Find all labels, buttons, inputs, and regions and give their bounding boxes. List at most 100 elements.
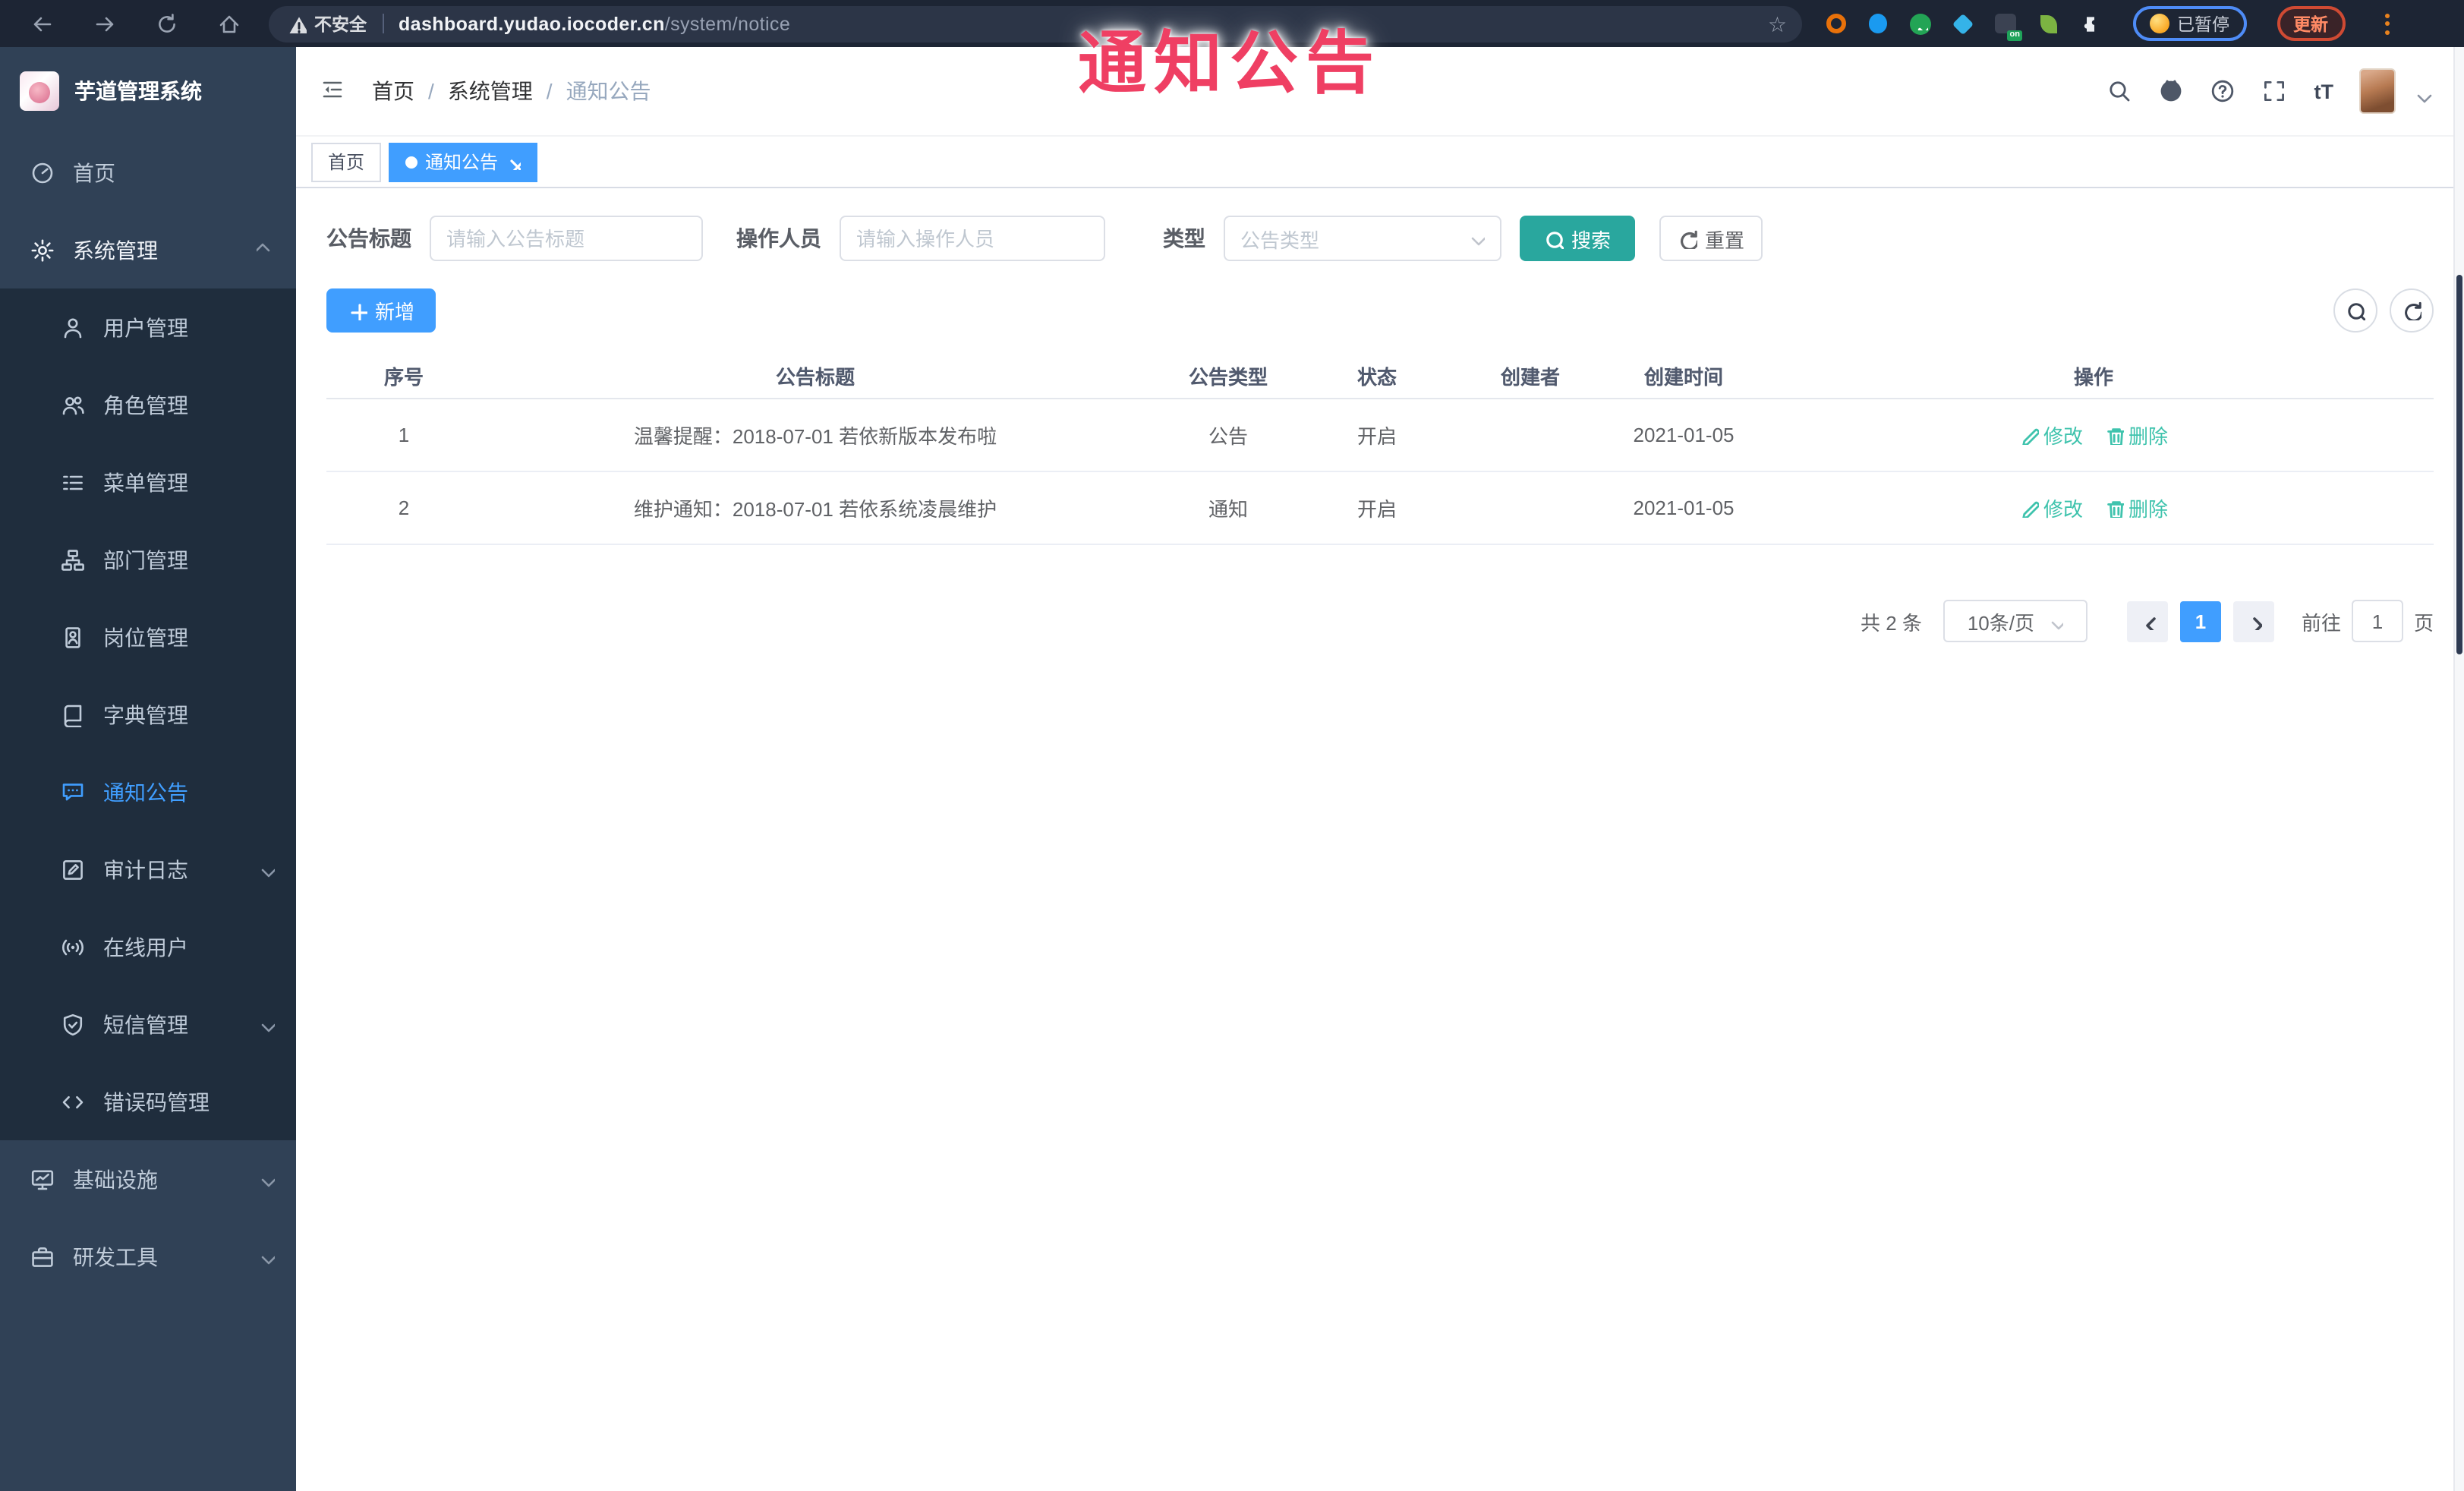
sidebar-item-role-management[interactable]: 角色管理 [0, 366, 296, 443]
filter-form: 公告标题 操作人员 类型 公告类型 搜索 重置 [326, 216, 2434, 261]
collapse-sidebar-icon[interactable] [320, 77, 348, 105]
main-area: 首页 / 系统管理 / 通知公告 tT 首页 通知公告 公告标题 请输入公告标题… [296, 47, 2464, 1491]
cell-created: 2021-01-05 [1633, 424, 1735, 446]
sidebar-item-audit-log[interactable]: 审计日志 [0, 831, 296, 908]
code-icon [62, 1095, 83, 1108]
security-label: 不安全 [314, 16, 367, 34]
chevron-down-icon [261, 1023, 275, 1032]
cell-actions: 修改 删除 [1753, 493, 2434, 522]
browser-menu-icon[interactable] [2378, 10, 2395, 37]
table-toolbar: 新增 [326, 288, 2434, 333]
delete-link[interactable]: 删除 [2104, 421, 2168, 449]
sidebar-item-dev-tools[interactable]: 研发工具 [0, 1218, 296, 1295]
extension-blue-drop-icon[interactable] [1866, 11, 1890, 36]
close-icon[interactable] [506, 154, 521, 169]
home-icon[interactable] [208, 5, 250, 42]
user-avatar[interactable] [2359, 68, 2396, 114]
sidebar-item-post-management[interactable]: 岗位管理 [0, 598, 296, 676]
tab-home[interactable]: 首页 [311, 142, 382, 181]
browser-update-button[interactable]: 更新 [2277, 6, 2345, 41]
sidebar-item-label: 研发工具 [73, 1244, 158, 1269]
gauge-icon [32, 162, 53, 183]
pencil-icon [2022, 501, 2039, 518]
font-size-icon[interactable]: tT [2314, 80, 2334, 102]
sidebar: 芋道管理系统 首页 系统管理 用户管理 角色管理 菜单管理 部门管理 岗位管理 … [0, 47, 296, 1491]
broadcast-icon [62, 938, 83, 955]
sidebar-item-menu-management[interactable]: 菜单管理 [0, 443, 296, 521]
id-badge-icon [65, 626, 80, 648]
reset-button[interactable]: 重置 [1659, 216, 1763, 261]
notice-type-select[interactable]: 公告类型 [1224, 216, 1501, 261]
edit-link[interactable]: 修改 [2019, 493, 2083, 522]
chevron-down-icon [1471, 237, 1485, 246]
active-tab-dot [405, 156, 418, 168]
extension-dark-on-icon[interactable]: on [1993, 11, 2022, 40]
sidebar-item-dict-management[interactable]: 字典管理 [0, 676, 296, 753]
breadcrumb-home[interactable]: 首页 [372, 76, 414, 106]
search-button-label: 搜索 [1571, 229, 1611, 251]
operator-input[interactable] [840, 216, 1105, 261]
chevron-down-icon [261, 868, 275, 877]
search-icon[interactable] [2108, 78, 2134, 104]
trash-icon [2107, 501, 2124, 518]
extension-green-check-icon[interactable] [1908, 11, 1933, 36]
cell-type: 通知 [1208, 498, 1248, 521]
screen: 不安全 dashboard.yudao.iocoder.cn/system/no… [0, 0, 2464, 1491]
search-button[interactable]: 搜索 [1520, 216, 1635, 261]
extension-blue-diamond-icon[interactable] [1951, 11, 1975, 36]
prev-page-button[interactable] [2126, 600, 2168, 641]
fullscreen-icon[interactable] [2263, 78, 2289, 104]
refresh-table-button[interactable] [2390, 288, 2434, 333]
goto-unit-label: 页 [2413, 611, 2434, 634]
page-number-button[interactable]: 1 [2179, 600, 2221, 641]
sidebar-item-sms-management[interactable]: 短信管理 [0, 985, 296, 1063]
help-icon[interactable] [2211, 78, 2237, 104]
toggle-search-button[interactable] [2333, 288, 2377, 333]
sidebar-item-online-users[interactable]: 在线用户 [0, 908, 296, 985]
scrollbar-thumb[interactable] [2456, 275, 2462, 654]
sidebar-item-notice[interactable]: 通知公告 [0, 753, 296, 831]
edit-log-icon [63, 859, 83, 879]
column-header: 序号 [383, 366, 424, 389]
url-host: dashboard.yudao.iocoder.cn [399, 13, 665, 34]
add-button[interactable]: 新增 [326, 288, 436, 333]
sidebar-item-error-code-management[interactable]: 错误码管理 [0, 1063, 296, 1140]
sidebar-item-department-management[interactable]: 部门管理 [0, 521, 296, 598]
extensions-puzzle-icon[interactable] [2078, 11, 2103, 36]
sidebar-item-system-management[interactable]: 系统管理 [0, 211, 296, 288]
sidebar-item-infrastructure[interactable]: 基础设施 [0, 1140, 296, 1218]
tab-notice[interactable]: 通知公告 [389, 142, 538, 181]
gear-icon [31, 238, 54, 261]
github-icon[interactable] [2160, 78, 2185, 104]
monitor-icon [31, 1169, 54, 1190]
address-bar[interactable]: 不安全 dashboard.yudao.iocoder.cn/system/no… [269, 5, 1802, 42]
extension-orange-icon[interactable] [1823, 11, 1848, 36]
breadcrumb-separator: / [428, 79, 434, 103]
sidebar-item-user-management[interactable]: 用户管理 [0, 288, 296, 366]
edit-link[interactable]: 修改 [2019, 421, 2083, 449]
reload-icon[interactable] [146, 5, 188, 42]
notice-title-input[interactable] [430, 216, 703, 261]
breadcrumb-system[interactable]: 系统管理 [448, 76, 533, 106]
profile-paused-chip[interactable]: 已暂停 [2133, 6, 2246, 41]
back-icon[interactable] [21, 5, 64, 42]
column-header: 公告标题 [775, 366, 855, 389]
chevron-down-icon[interactable] [2412, 87, 2437, 111]
forward-icon[interactable] [83, 5, 126, 42]
cell-actions: 修改 删除 [1753, 421, 2434, 449]
search-icon [2348, 303, 2365, 320]
bookmark-star-icon[interactable]: ☆ [1768, 13, 1787, 34]
column-header: 状态 [1356, 366, 1397, 389]
sidebar-item-home[interactable]: 首页 [0, 134, 296, 211]
browser-extensions: on 已暂停 更新 [1823, 6, 2395, 41]
app-logo[interactable]: 芋道管理系统 [0, 47, 296, 134]
goto-page-input[interactable] [2351, 600, 2403, 642]
extension-leaf-icon[interactable] [2036, 11, 2060, 36]
sidebar-item-label: 首页 [73, 160, 115, 184]
next-page-button[interactable] [2232, 600, 2274, 641]
operator-label: 操作人员 [736, 226, 821, 251]
page-size-select[interactable]: 10条/页 [1943, 600, 2087, 642]
cell-type: 公告 [1208, 425, 1248, 448]
security-warning[interactable]: 不安全 [287, 11, 367, 36]
delete-link[interactable]: 删除 [2104, 493, 2168, 522]
